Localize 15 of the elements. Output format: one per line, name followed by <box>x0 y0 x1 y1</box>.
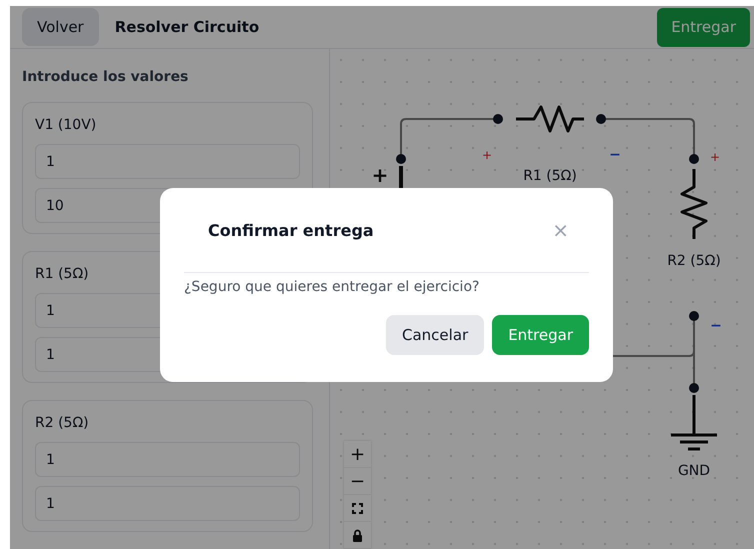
polarity-sign: − <box>710 318 722 334</box>
dialog-title: Confirmar entrega <box>208 220 374 240</box>
component-label: R1 (5Ω) <box>35 266 90 282</box>
dialog-message: ¿Seguro que quieres entregar el ejercicio? <box>184 279 480 295</box>
polarity-sign: + <box>710 150 720 164</box>
panel-title: Introduce los valores <box>22 69 190 85</box>
ground-label: GND <box>678 463 710 479</box>
resistor-label: R2 (5Ω) <box>667 253 721 269</box>
polarity-sign: + <box>482 148 492 162</box>
resistor-label: R1 (5Ω) <box>523 168 577 184</box>
polarity-sign: − <box>609 147 621 163</box>
component-label: V1 (10V) <box>35 117 98 133</box>
page-title: Resolver Circuito <box>114 18 260 36</box>
polarity-sign: + <box>372 163 388 187</box>
component-label: R2 (5Ω) <box>35 415 90 431</box>
